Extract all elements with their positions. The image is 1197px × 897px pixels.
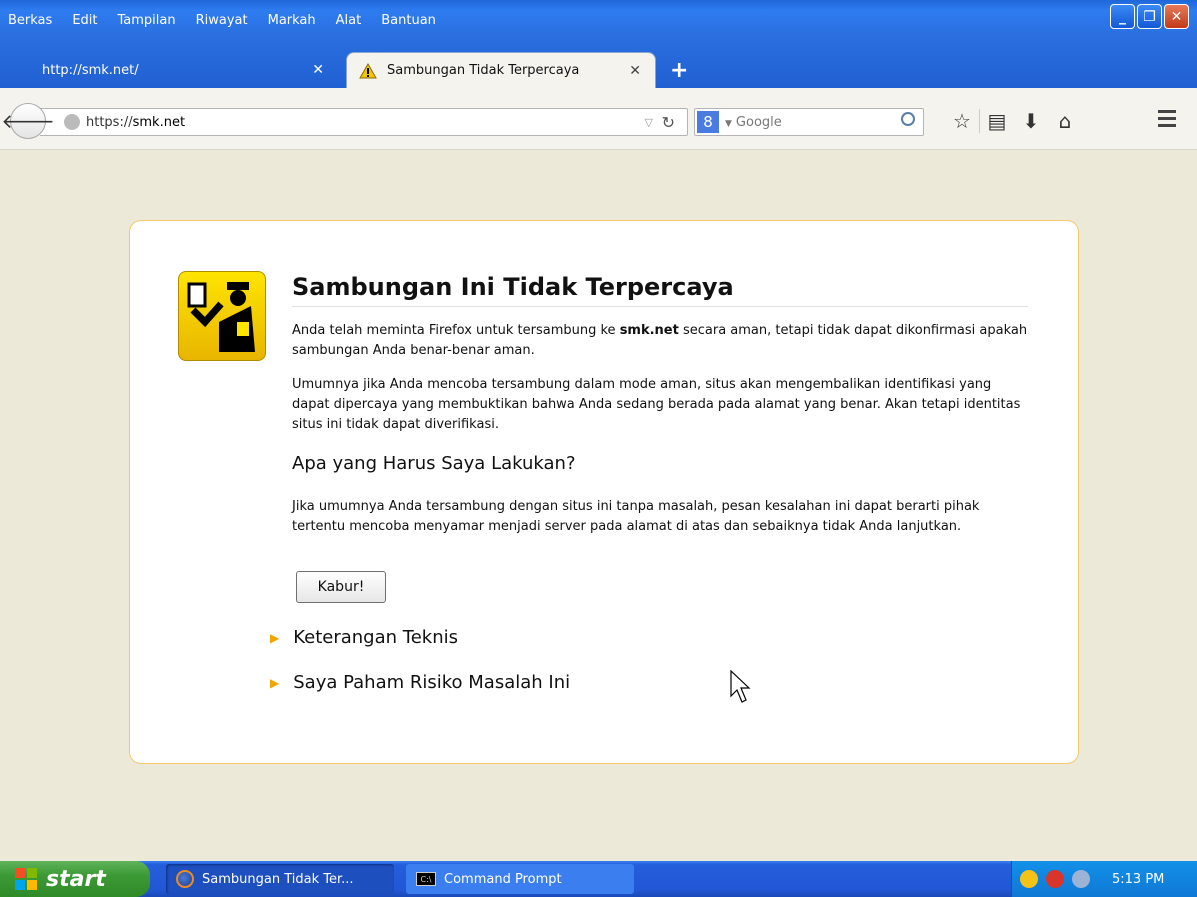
intro-paragraph: Anda telah meminta Firefox untuk tersamb…: [292, 321, 1032, 361]
menu-berkas[interactable]: Berkas: [6, 13, 54, 28]
search-engine-dropdown-icon: ▼: [725, 118, 732, 129]
menu-alat[interactable]: Alat: [334, 13, 364, 28]
tray-app-icon[interactable]: [1072, 870, 1090, 888]
new-tab-button[interactable]: +: [670, 58, 688, 83]
what-to-do-heading: Apa yang Harus Saya Lakukan?: [292, 453, 576, 474]
menu-bar: Berkas Edit Tampilan Riwayat Markah Alat…: [0, 0, 438, 40]
url-text[interactable]: https://smk.net: [86, 115, 185, 130]
url-history-dropdown-icon[interactable]: ▽: [645, 116, 653, 129]
menu-bantuan[interactable]: Bantuan: [379, 13, 438, 28]
error-page-container: Sambungan Ini Tidak Terpercaya Anda tela…: [129, 220, 1079, 764]
expand-arrow-icon: ▶: [270, 630, 280, 645]
clock: 5:13 PM: [1112, 871, 1165, 887]
menu-tampilan[interactable]: Tampilan: [116, 13, 178, 28]
understand-risks-expander[interactable]: ▶ Saya Paham Risiko Masalah Ini: [270, 672, 570, 693]
download-icon[interactable]: ⬇: [1014, 106, 1048, 136]
toolbar-icons: ☆ ▤ ⬇ ⌂: [945, 106, 1082, 136]
tab-smk[interactable]: http://smk.net/ ✕: [30, 52, 340, 88]
menu-riwayat[interactable]: Riwayat: [194, 13, 250, 28]
close-icon: ✕: [1170, 8, 1183, 25]
taskbar: start Sambungan Tidak Ter... C:\ Command…: [0, 861, 1197, 897]
search-input[interactable]: ▼ Google: [725, 115, 782, 130]
tab-title: http://smk.net/: [42, 62, 139, 78]
tab-title: Sambungan Tidak Terpercaya: [387, 63, 580, 78]
back-button[interactable]: 🡐: [1, 103, 55, 139]
window-controls: _ ❐ ✕: [1110, 4, 1189, 29]
start-label: start: [46, 866, 106, 892]
warning-icon: [359, 62, 377, 78]
globe-icon: [64, 114, 80, 130]
home-icon[interactable]: ⌂: [1048, 106, 1082, 136]
hamburger-menu-icon[interactable]: [1152, 106, 1182, 136]
reload-icon[interactable]: ↻: [662, 113, 675, 132]
technical-details-expander[interactable]: ▶ Keterangan Teknis: [270, 627, 458, 648]
back-icon: 🡐: [1, 109, 55, 133]
explanation-paragraph: Umumnya jika Anda mencoba tersambung dal…: [292, 377, 1021, 432]
search-icon[interactable]: [901, 112, 915, 126]
close-window-button[interactable]: ✕: [1164, 4, 1189, 29]
url-scheme: https://: [86, 114, 133, 130]
start-button[interactable]: start: [0, 861, 150, 897]
tab-untrusted-connection[interactable]: Sambungan Tidak Terpercaya ✕: [346, 52, 656, 88]
taskbar-item-firefox[interactable]: Sambungan Tidak Ter...: [166, 864, 394, 894]
maximize-icon: ❐: [1143, 8, 1156, 25]
windows-logo-icon: [15, 868, 37, 890]
cmd-icon: C:\: [416, 872, 436, 886]
intro-host: smk.net: [619, 323, 679, 338]
taskbar-item-cmd[interactable]: C:\ Command Prompt: [406, 864, 634, 894]
search-engine-icon[interactable]: 8: [697, 111, 719, 133]
taskbar-item-label: Command Prompt: [444, 871, 562, 887]
advice-paragraph: Jika umumnya Anda tersambung dengan situ…: [292, 499, 980, 534]
get-me-out-button[interactable]: Kabur!: [296, 571, 386, 603]
certificate-officer-icon: [178, 271, 266, 361]
taskbar-item-label: Sambungan Tidak Ter...: [202, 871, 354, 887]
expand-arrow-icon: ▶: [270, 675, 280, 690]
minimize-icon: _: [1119, 8, 1126, 25]
page-content: Sambungan Ini Tidak Terpercaya Anda tela…: [0, 150, 1197, 861]
reading-list-icon[interactable]: ▤: [980, 106, 1014, 136]
minimize-button[interactable]: _: [1110, 4, 1135, 29]
firefox-icon: [176, 870, 194, 888]
navigation-toolbar: https://smk.net ▽ ↻ 🡐 8 ▼ Google ☆ ▤ ⬇ ⌂: [0, 88, 1197, 150]
menu-edit[interactable]: Edit: [70, 13, 99, 28]
expander-label: Saya Paham Risiko Masalah Ini: [293, 672, 571, 693]
tab-close-button[interactable]: ✕: [312, 62, 324, 78]
security-shield-icon[interactable]: [1020, 870, 1038, 888]
tab-strip: http://smk.net/ ✕ Sambungan Tidak Terper…: [0, 52, 1197, 88]
menu-markah[interactable]: Markah: [266, 13, 318, 28]
url-host: smk.net: [132, 114, 186, 130]
maximize-button[interactable]: ❐: [1137, 4, 1162, 29]
antivirus-icon[interactable]: [1046, 870, 1064, 888]
page-title: Sambungan Ini Tidak Terpercaya: [292, 273, 1028, 307]
window-titlebar: Berkas Edit Tampilan Riwayat Markah Alat…: [0, 0, 1197, 88]
expander-label: Keterangan Teknis: [293, 627, 458, 648]
url-bar[interactable]: https://smk.net ▽ ↻: [40, 108, 688, 136]
search-bar[interactable]: 8 ▼ Google: [694, 108, 924, 136]
intro-text-before: Anda telah meminta Firefox untuk tersamb…: [292, 323, 620, 338]
search-placeholder: Google: [735, 114, 782, 130]
bookmark-star-icon[interactable]: ☆: [945, 106, 979, 136]
tab-close-button[interactable]: ✕: [629, 63, 641, 79]
mouse-cursor-icon: [730, 670, 751, 703]
system-tray: 5:13 PM: [1011, 861, 1197, 897]
